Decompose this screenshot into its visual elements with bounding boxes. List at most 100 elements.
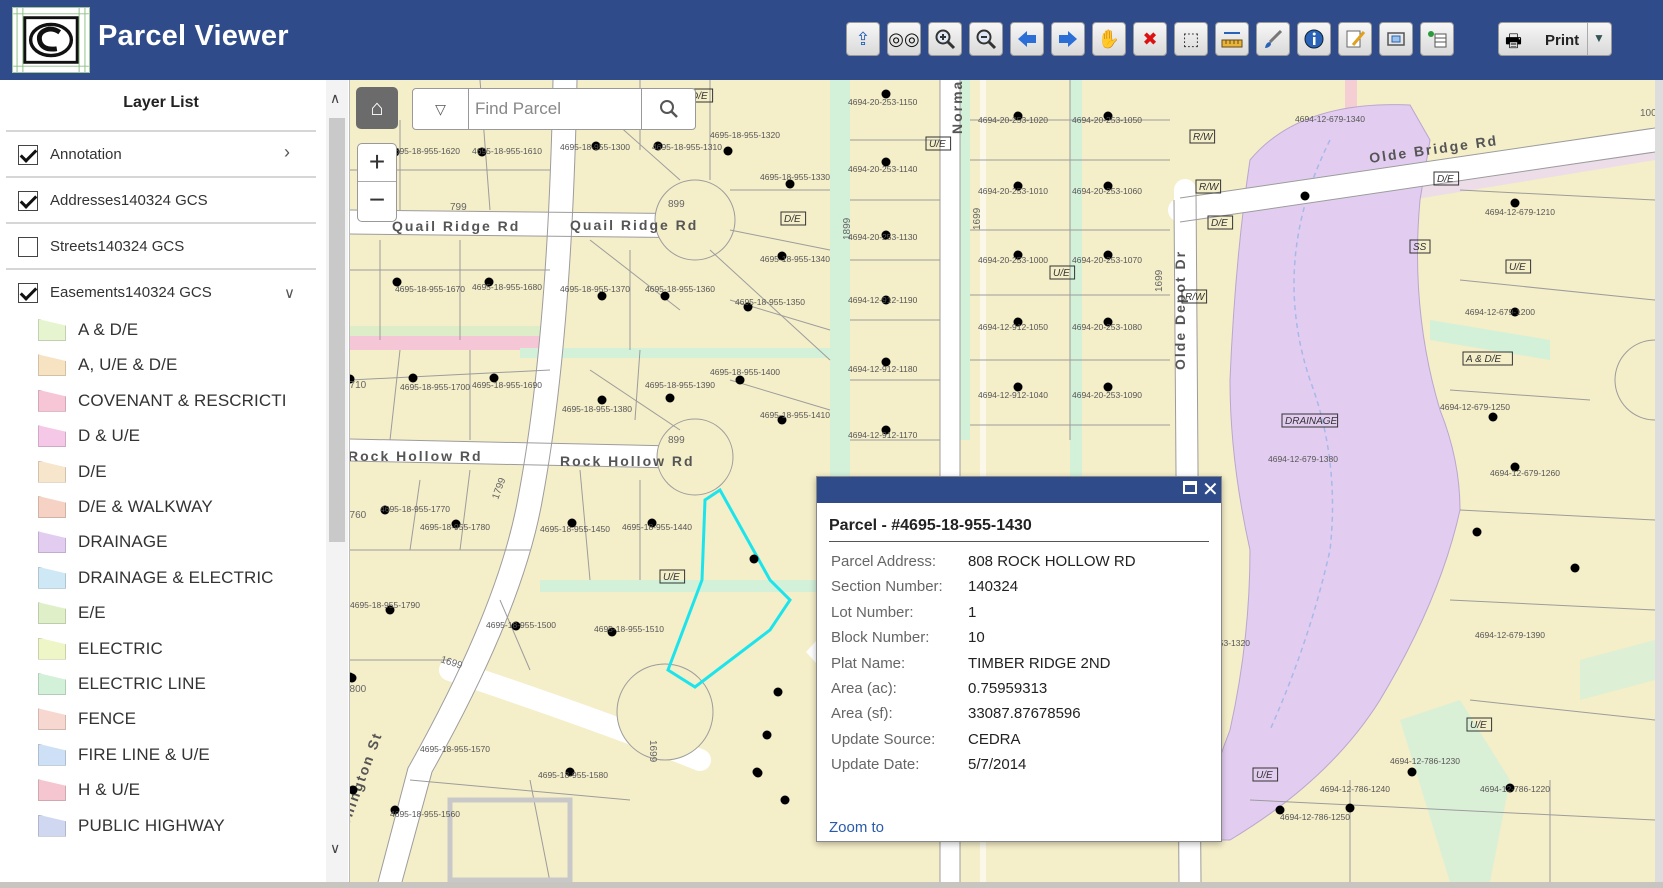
parcel-id-label: 4694-12-786-1240 — [1320, 784, 1390, 794]
brush-icon[interactable] — [1256, 22, 1290, 56]
legend-swatch — [38, 389, 66, 412]
zoom-in-button[interactable]: + — [358, 144, 396, 182]
sidebar-scrollbar[interactable]: ∧ ∨ — [326, 80, 348, 882]
extent-icon[interactable] — [1379, 22, 1413, 56]
layer-checkbox-easements[interactable] — [18, 283, 38, 303]
address-point[interactable] — [780, 795, 790, 805]
chevron-down-icon[interactable]: ∨ — [284, 284, 295, 302]
legend-label: H & U/E — [78, 780, 141, 800]
measure-icon[interactable] — [1215, 22, 1249, 56]
parcel-id-label: 4695-18-955-1570 — [420, 744, 490, 754]
legend-swatch — [38, 319, 66, 341]
house-number-label: 1899 — [842, 217, 853, 240]
scroll-down-icon[interactable]: ∨ — [330, 840, 340, 857]
print-button[interactable]: 🖶 Print ▼ — [1498, 22, 1612, 56]
chevron-down-icon[interactable]: ▼ — [1593, 31, 1605, 45]
search-source-dropdown[interactable]: ▽ — [413, 89, 469, 129]
zoom-out-icon[interactable] — [969, 22, 1003, 56]
layer-row-addresses[interactable]: Addresses140324 GCS — [6, 176, 316, 222]
address-point[interactable] — [1488, 412, 1498, 422]
house-number-label: 899 — [668, 435, 685, 446]
scroll-up-icon[interactable]: ∧ — [330, 90, 340, 107]
layer-checkbox-addresses[interactable] — [18, 191, 38, 211]
attribute-table-icon[interactable] — [1420, 22, 1454, 56]
find-parcel-search: ▽ — [412, 88, 696, 130]
address-point[interactable] — [1300, 191, 1310, 201]
parcel-id-label: 4695-18-955-1580 — [538, 770, 608, 780]
parcel-id-label: 4694-20-253-1060 — [1072, 186, 1142, 196]
identify-icon[interactable]: ⬚ — [1174, 22, 1208, 56]
layer-checkbox-annotation[interactable] — [18, 145, 38, 165]
popup-field-value: 1 — [968, 603, 977, 621]
legend-label: D/E — [78, 461, 107, 481]
close-icon[interactable]: ✕ — [1202, 477, 1219, 502]
street-label: Quail Ridge Rd — [392, 218, 520, 234]
back-arrow-icon[interactable] — [1010, 22, 1044, 56]
address-point[interactable] — [665, 393, 675, 403]
popup-field-key: Update Date: — [831, 756, 920, 774]
forward-arrow-icon[interactable] — [1051, 22, 1085, 56]
export-icon[interactable]: ⇪ — [846, 22, 880, 56]
legend-swatch — [38, 496, 66, 518]
legend-swatch — [38, 708, 66, 731]
popup-field-value: CEDRA — [968, 730, 1021, 748]
parcel-id-label: 4694-20-253-1000 — [978, 255, 1048, 265]
address-point[interactable] — [762, 730, 772, 740]
edit-icon[interactable] — [1338, 22, 1372, 56]
parcel-id-label: 4694-12-786-1230 — [1390, 756, 1460, 766]
parcel-id-label: 4694-12-679-1390 — [1475, 630, 1545, 640]
popup-field-value: 0.75959313 — [968, 680, 1048, 697]
parcel-id-label: 4694-12-912-1190 — [848, 295, 918, 305]
address-point[interactable] — [749, 554, 759, 564]
search-icon — [660, 100, 678, 118]
zoom-in-icon[interactable] — [928, 22, 962, 56]
legend-label: E/E — [78, 603, 106, 623]
print-label: Print — [1545, 32, 1580, 49]
legend-label: FENCE — [78, 709, 137, 729]
street-label: Rock Hollow Rd — [560, 453, 695, 469]
search-input[interactable] — [475, 95, 625, 123]
maximize-icon[interactable] — [1183, 481, 1197, 494]
parcel-id-label: 4694-12-679-1260 — [1490, 468, 1560, 478]
parcel-id-label: 4694-12-912-1170 — [848, 430, 918, 440]
address-point[interactable] — [752, 767, 762, 777]
parcel-id-label: 4694-12-786-1250 — [1280, 812, 1350, 822]
parcel-id-label: 4694-20-253-1130 — [848, 232, 918, 242]
legend-swatch — [38, 814, 66, 837]
address-point[interactable] — [1570, 563, 1580, 573]
pan-hand-icon[interactable]: ✋ — [1092, 22, 1126, 56]
map-scrollbar[interactable] — [1655, 80, 1663, 882]
home-button[interactable]: ⌂ — [356, 87, 398, 129]
legend-swatch — [38, 743, 66, 766]
easement-tag: U/E — [1470, 720, 1487, 731]
parcel-id-label: 4694-20-253-1020 — [978, 115, 1048, 125]
address-point[interactable] — [723, 146, 733, 156]
search-button[interactable] — [641, 89, 696, 129]
binoculars-icon[interactable]: ◎◎ — [887, 22, 921, 56]
address-point[interactable] — [1472, 527, 1482, 537]
layer-label-annotation: Annotation — [50, 146, 122, 163]
address-point[interactable] — [1407, 767, 1417, 777]
zoom-to-link[interactable]: Zoom to — [829, 819, 884, 836]
print-separator — [1587, 23, 1588, 55]
layer-row-streets[interactable]: Streets140324 GCS — [6, 222, 316, 268]
easement-tag: DRAINAGE — [1285, 416, 1338, 427]
chevron-right-icon[interactable]: › — [284, 142, 290, 163]
address-point[interactable] — [773, 687, 783, 697]
easement-tag: R/W — [1199, 182, 1220, 193]
zoom-out-button[interactable]: − — [358, 183, 396, 221]
popup-field-value: 10 — [968, 629, 985, 647]
layer-row-annotation[interactable]: Annotation › — [6, 130, 316, 176]
clear-icon[interactable]: ✖ — [1133, 22, 1167, 56]
layer-row-easements[interactable]: Easements140324 GCS ∨ — [6, 268, 316, 314]
parcel-id-label: 4695-18-955-1770 — [380, 504, 450, 514]
scrollbar-thumb[interactable] — [329, 118, 345, 542]
parcel-id-label: 4695-18-955-1380 — [562, 404, 632, 414]
info-icon[interactable] — [1297, 22, 1331, 56]
layer-list-panel: Layer List Annotation › Addresses140324 … — [0, 80, 350, 882]
legend-label: DRAINAGE — [78, 532, 168, 552]
layer-checkbox-streets[interactable] — [18, 237, 38, 257]
easement-tag: A & D/E — [1465, 354, 1502, 365]
popup-field-key: Update Source: — [831, 730, 936, 748]
layer-list-title: Layer List — [123, 94, 199, 111]
